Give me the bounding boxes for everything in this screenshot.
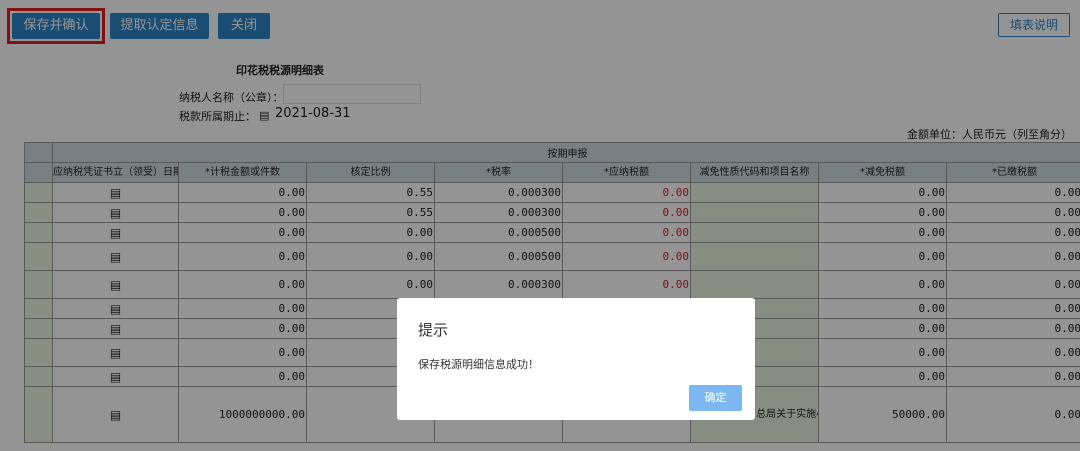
dialog-message: 保存税源明细信息成功！ [418, 358, 539, 371]
dialog-title: 提示 [418, 321, 449, 339]
confirm-button[interactable]: 确定 [689, 385, 742, 411]
alert-dialog: 提示 保存税源明细信息成功！ 确定 [397, 298, 755, 420]
